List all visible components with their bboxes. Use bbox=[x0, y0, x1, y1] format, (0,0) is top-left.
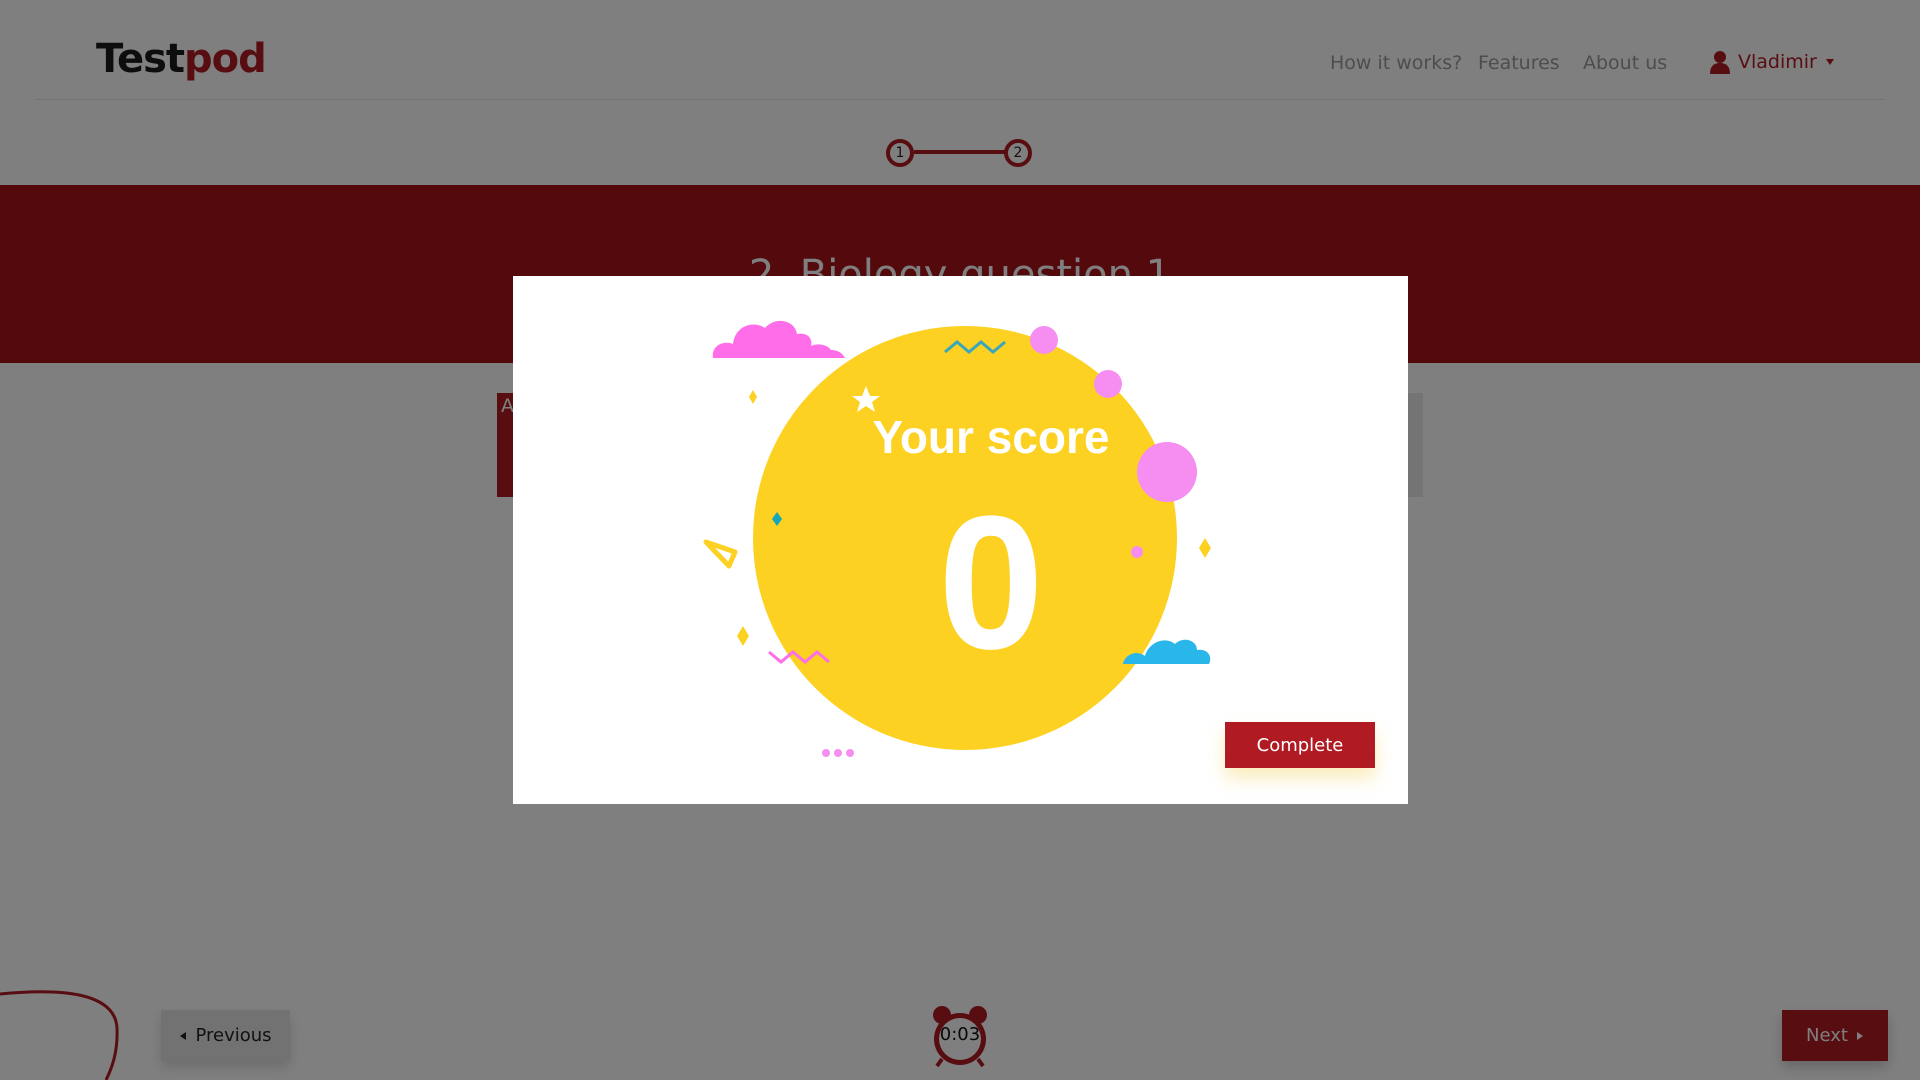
dots-3 bbox=[846, 749, 854, 757]
score-modal: Your score 0 Complete bbox=[513, 276, 1408, 804]
pink-cloud-icon bbox=[712, 320, 845, 358]
score-label: Your score bbox=[872, 411, 1110, 463]
complete-button[interactable]: Complete bbox=[1225, 722, 1375, 768]
pink-dot-1 bbox=[1030, 326, 1058, 354]
dots-1 bbox=[822, 749, 830, 757]
yellow-sparkle-small bbox=[749, 390, 757, 404]
dots-2 bbox=[834, 749, 842, 757]
pink-dot-2 bbox=[1094, 370, 1122, 398]
score-value: 0 bbox=[938, 477, 1044, 689]
